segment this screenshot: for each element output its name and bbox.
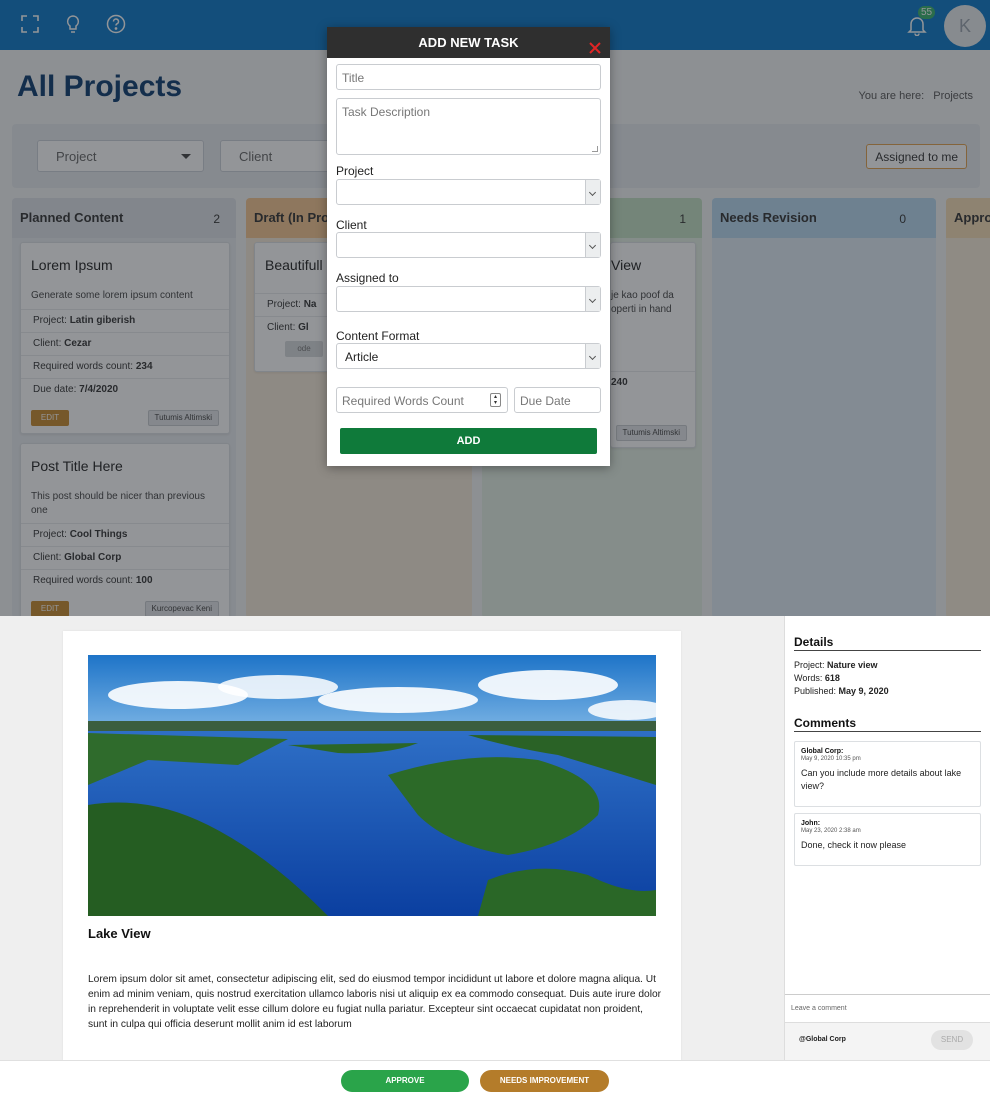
article-body: Lorem ipsum dolor sit amet, consectetur … (88, 974, 662, 1030)
chevron-down-icon (585, 233, 600, 257)
details-words-row: Words: 618 (794, 672, 889, 685)
task-description-textarea[interactable]: Task Description (336, 98, 601, 155)
article-panel: Lake View Lorem ipsum dolor sit amet, co… (63, 631, 681, 1061)
comments-heading: Comments (794, 716, 857, 730)
mention-tag[interactable]: @Global Corp (799, 1036, 846, 1043)
project-select[interactable] (336, 179, 601, 205)
title-input[interactable]: Title (336, 64, 601, 90)
comment-date: May 23, 2020 2:38 am (801, 828, 861, 834)
details-words-label: Words: (794, 673, 823, 683)
send-button[interactable]: SEND (931, 1030, 973, 1050)
add-task-modal: ADD NEW TASK Title Task Description Proj… (327, 27, 610, 466)
details-divider (794, 650, 981, 651)
task-description-placeholder: Task Description (342, 105, 431, 119)
chevron-down-icon (585, 287, 600, 311)
content-format-select[interactable]: Article (336, 343, 601, 369)
approve-button[interactable]: APPROVE (341, 1070, 469, 1092)
comment-date: May 9, 2020 10:35 pm (801, 756, 861, 762)
number-spinner-icon[interactable]: ▴ ▾ (490, 393, 501, 407)
article-image (88, 655, 656, 916)
review-action-bar: APPROVE NEEDS IMPROVEMENT (0, 1060, 990, 1100)
comment-text: Can you include more details about lake … (801, 768, 962, 791)
details-project-value: Nature view (827, 660, 878, 670)
details-project-label: Project: (794, 660, 825, 670)
comments-divider (794, 731, 981, 732)
comment-text: Done, check it now please (801, 840, 907, 850)
resize-grip-icon[interactable] (592, 146, 598, 152)
article-review-screen: Lake View Lorem ipsum dolor sit amet, co… (0, 616, 990, 1100)
modal-title: ADD NEW TASK (418, 35, 519, 50)
content-format-value: Article (345, 350, 379, 364)
required-words-count-placeholder: Required Words Count (342, 394, 464, 408)
due-date-input[interactable]: Due Date (514, 387, 601, 413)
chevron-down-icon (585, 180, 600, 204)
chevron-down-icon (585, 344, 600, 368)
add-button[interactable]: ADD (340, 428, 597, 454)
modal-header: ADD NEW TASK (327, 27, 610, 58)
details-sidebar: Details Project: Nature view Words: 618 … (784, 616, 990, 1060)
project-label: Project (336, 164, 374, 178)
comment-author: John: (801, 820, 821, 827)
comment-author: Global Corp: (801, 748, 844, 755)
details-published-row: Published: May 9, 2020 (794, 685, 889, 698)
details-words-value: 618 (824, 673, 840, 683)
details-meta: Project: Nature view Words: 618 Publishe… (794, 659, 889, 698)
comment-input[interactable]: Leave a comment (785, 994, 990, 1022)
client-select[interactable] (336, 232, 601, 258)
assigned-to-label: Assigned to (336, 271, 399, 285)
article-title: Lake View (88, 926, 151, 941)
needs-improvement-button[interactable]: NEEDS IMPROVEMENT (480, 1070, 609, 1092)
comment-item: John: May 23, 2020 2:38 am Done, check i… (794, 813, 981, 866)
kanban-screen: 55 K All Projects You are here: Projects… (0, 0, 990, 616)
comment-send-bar: @Global Corp SEND (785, 1022, 990, 1060)
details-project-row: Project: Nature view (794, 659, 889, 672)
client-label: Client (336, 218, 367, 232)
close-icon[interactable] (588, 35, 602, 54)
comment-item: Global Corp: May 9, 2020 10:35 pm Can yo… (794, 741, 981, 807)
content-format-label: Content Format (336, 329, 420, 343)
details-heading: Details (794, 635, 834, 649)
details-published-value: May 9, 2020 (838, 686, 889, 696)
required-words-count-input[interactable]: Required Words Count ▴ ▾ (336, 387, 508, 413)
details-published-label: Published: (794, 686, 837, 696)
assigned-to-select[interactable] (336, 286, 601, 312)
